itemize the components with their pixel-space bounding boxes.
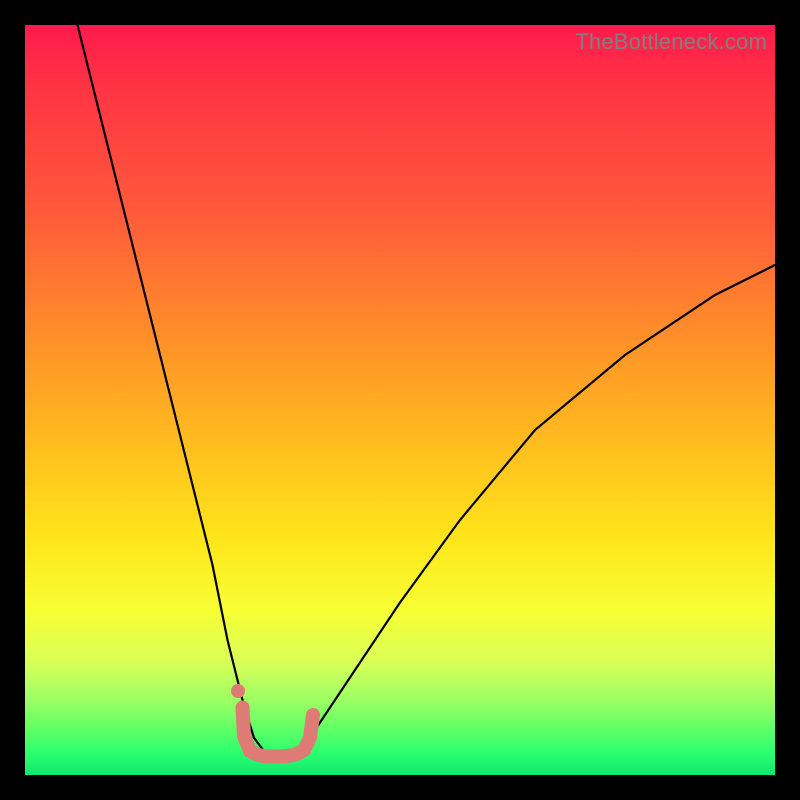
trough-start-dot xyxy=(231,684,245,698)
chart-frame: TheBottleneck.com xyxy=(25,25,775,775)
watermark-text: TheBottleneck.com xyxy=(575,29,767,55)
chart-overlay-svg xyxy=(25,25,775,775)
bottleneck-curve xyxy=(78,25,776,756)
